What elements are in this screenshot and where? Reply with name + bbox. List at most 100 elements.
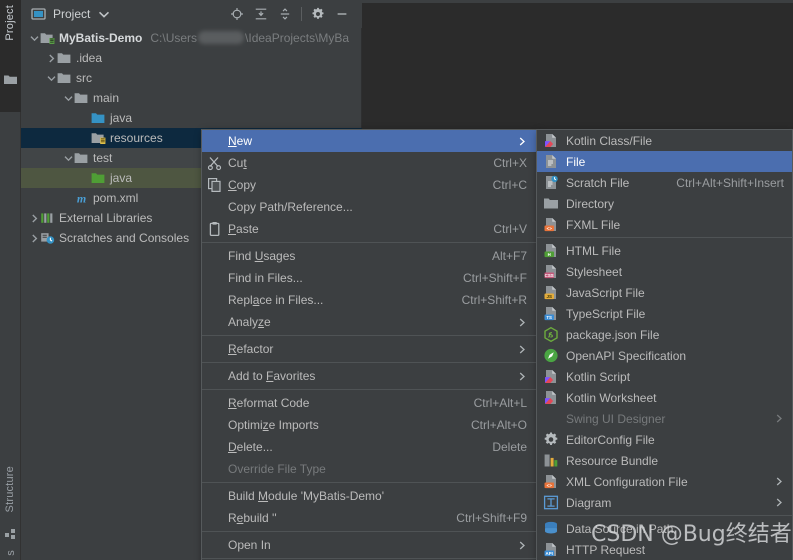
submenu-item-file[interactable]: File (537, 151, 792, 172)
menu-item-reformat-code[interactable]: Reformat Code Ctrl+Alt+L (202, 392, 537, 414)
tree-row-label: java (110, 171, 133, 185)
menu-separator (202, 242, 537, 243)
submenu-item-editorconfig-file[interactable]: EditorConfig File (537, 429, 792, 450)
project-folder-icon (4, 74, 17, 85)
expand-all-icon[interactable] (249, 1, 273, 27)
menu-item-refactor[interactable]: Refactor (202, 338, 537, 360)
submenu-item-kotlin-script[interactable]: Kotlin Script (537, 366, 792, 387)
submenu-item-kotlin-class-file[interactable]: Kotlin Class/File (537, 130, 792, 151)
menu-item-shortcut: Ctrl+C (492, 178, 527, 192)
menu-separator (202, 558, 537, 559)
menu-item-add-to-favorites[interactable]: Add to Favorites (202, 365, 537, 387)
submenu-item-openapi-specification[interactable]: OpenAPI Specification (537, 345, 792, 366)
menu-item-label: Optimize Imports (228, 418, 319, 432)
resource-bundle-icon (543, 452, 560, 469)
submenu-item-directory[interactable]: Directory (537, 193, 792, 214)
chevron-down-icon[interactable] (99, 7, 110, 21)
tree-row-label: External Libraries (59, 211, 153, 225)
submenu-item-diagram[interactable]: Diagram (537, 492, 792, 513)
submenu-separator (537, 237, 792, 238)
submenu-item-fxml-file[interactable]: <> FXML File (537, 214, 792, 235)
hide-panel-icon[interactable] (330, 1, 354, 27)
submenu-item-label: Kotlin Script (566, 369, 631, 384)
tree-expand-arrow[interactable] (46, 73, 57, 84)
tree-row-label: .idea (76, 51, 103, 65)
tree-row-label: MyBatis-Demo (59, 31, 143, 45)
menu-item-label: New (228, 134, 253, 148)
ide-window: Project Structure s Project MyBatis-Demo… (0, 0, 793, 560)
settings-gear-icon[interactable] (306, 1, 330, 27)
tree-row[interactable]: java (21, 108, 362, 128)
tree-expand-arrow[interactable] (29, 33, 40, 44)
collapse-all-icon[interactable] (273, 1, 297, 27)
submenu-item-javascript-file[interactable]: JS JavaScript File (537, 282, 792, 303)
submenu-item-typescript-file[interactable]: TS TypeScript File (537, 303, 792, 324)
chevron-right-icon (761, 497, 784, 508)
project-panel-title: Project (53, 7, 91, 21)
tree-expand-arrow[interactable] (80, 113, 91, 124)
tree-expand-arrow[interactable] (29, 213, 40, 224)
menu-item-cut[interactable]: Cut Ctrl+X (202, 152, 537, 174)
submenu-item-html-file[interactable]: H HTML File (537, 240, 792, 261)
submenu-item-data-source-in-path[interactable]: Data Source in Path (537, 518, 792, 539)
tree-expand-arrow[interactable] (46, 53, 57, 64)
menu-item-shortcut: Ctrl+Shift+F9 (456, 511, 527, 525)
submenu-item-scratch-file[interactable]: Scratch File Ctrl+Alt+Shift+Insert (537, 172, 792, 193)
tree-expand-arrow[interactable] (63, 93, 74, 104)
tree-expand-arrow[interactable] (63, 193, 74, 204)
toolbar-divider (301, 7, 302, 21)
svg-text:m: m (77, 192, 86, 205)
tree-row[interactable]: MyBatis-Demo C:\Users \IdeaProjects\MyBa (21, 28, 362, 48)
menu-item-replace-in-files[interactable]: Replace in Files... Ctrl+Shift+R (202, 289, 537, 311)
menu-item-open-in[interactable]: Open In (202, 534, 537, 556)
chevron-right-icon (761, 413, 784, 424)
tree-expand-arrow[interactable] (80, 133, 91, 144)
kotlin-file-icon (543, 132, 560, 149)
submenu-item-resource-bundle[interactable]: Resource Bundle (537, 450, 792, 471)
new-submenu[interactable]: Kotlin Class/File File Scratch File Ctrl+Al… (536, 129, 793, 560)
submenu-item-http-request[interactable]: API HTTP Request (537, 539, 792, 560)
tree-row[interactable]: main (21, 88, 362, 108)
menu-item-optimize-imports[interactable]: Optimize Imports Ctrl+Alt+O (202, 414, 537, 436)
menu-item-new[interactable]: New (202, 130, 537, 152)
menu-item-delete[interactable]: Delete... Delete (202, 436, 537, 458)
tool-window-tab-partial-label[interactable]: s (5, 550, 17, 556)
menu-item-analyze[interactable]: Analyze (202, 311, 537, 333)
submenu-item-package-json-file[interactable]: package.json File (537, 324, 792, 345)
menu-item-copy[interactable]: Copy Ctrl+C (202, 174, 537, 196)
tool-window-tab-project-label: Project (4, 5, 16, 41)
submenu-item-label: Kotlin Class/File (566, 133, 653, 148)
menu-item-rebuild-default[interactable]: Rebuild '' Ctrl+Shift+F9 (202, 507, 537, 529)
tree-row[interactable]: .idea (21, 48, 362, 68)
menu-item-find-usages[interactable]: Find Usages Alt+F7 (202, 245, 537, 267)
tree-row[interactable]: src (21, 68, 362, 88)
structure-blocks-icon (5, 529, 17, 540)
menu-item-label: Override File Type (228, 462, 326, 476)
menu-item-copy-path-reference[interactable]: Copy Path/Reference... (202, 196, 537, 218)
menu-item-build-module-mybatis-demo[interactable]: Build Module 'MyBatis-Demo' (202, 485, 537, 507)
menu-item-label: Paste (228, 222, 259, 236)
locate-in-tree-icon[interactable] (225, 1, 249, 27)
tree-expand-arrow[interactable] (80, 173, 91, 184)
menu-item-label: Rebuild '' (228, 511, 277, 525)
tool-window-tab-structure-label[interactable]: Structure (4, 466, 16, 512)
menu-item-paste[interactable]: Paste Ctrl+V (202, 218, 537, 240)
redacted-username (198, 31, 245, 44)
tree-row-label: resources (110, 131, 163, 145)
libraries-icon (40, 211, 55, 225)
submenu-item-xml-configuration-file[interactable]: <> XML Configuration File (537, 471, 792, 492)
submenu-item-kotlin-worksheet[interactable]: Kotlin Worksheet (537, 387, 792, 408)
tree-expand-arrow[interactable] (29, 233, 40, 244)
menu-item-shortcut: Ctrl+X (493, 156, 527, 170)
svg-text:CSS: CSS (545, 272, 554, 277)
menu-item-label: Copy Path/Reference... (228, 200, 353, 214)
project-view-icon (31, 7, 46, 21)
menu-item-find-in-files[interactable]: Find in Files... Ctrl+Shift+F (202, 267, 537, 289)
submenu-item-label: File (566, 154, 586, 169)
submenu-separator (537, 515, 792, 516)
submenu-item-stylesheet[interactable]: CSS Stylesheet (537, 261, 792, 282)
context-menu[interactable]: New Cut Ctrl+X Copy Ctrl+C Copy Path/Referenc… (201, 129, 538, 560)
menu-item-label: Find in Files... (228, 271, 303, 285)
tree-expand-arrow[interactable] (63, 153, 74, 164)
html-file-icon: H (543, 242, 560, 259)
